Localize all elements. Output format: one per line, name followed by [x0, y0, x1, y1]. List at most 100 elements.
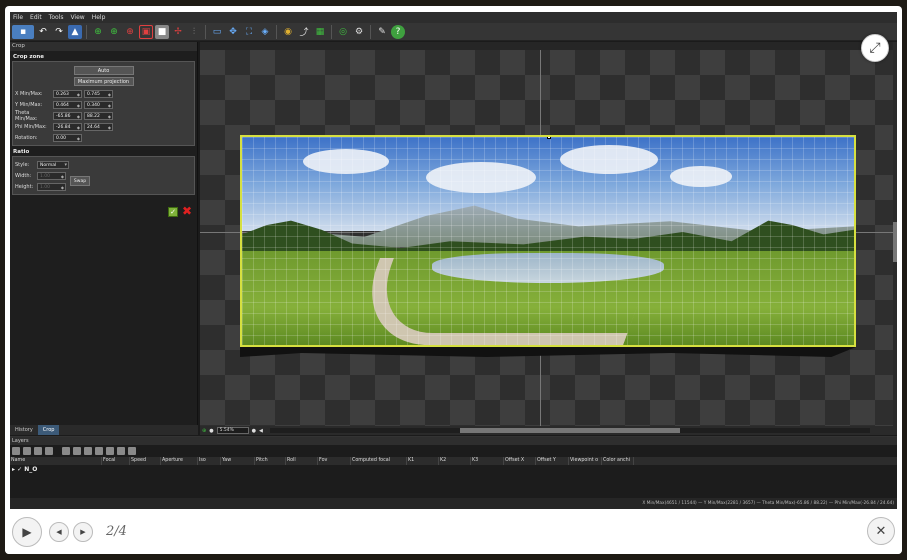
style-label: Style:: [15, 161, 30, 168]
render-icon[interactable]: ◎: [336, 25, 350, 39]
layer-image6-icon[interactable]: [117, 447, 125, 455]
column-header[interactable]: Offset Y: [536, 457, 569, 465]
menu-tools[interactable]: Tools: [49, 14, 64, 21]
column-header[interactable]: K3: [471, 457, 504, 465]
menu-edit[interactable]: Edit: [30, 14, 42, 21]
horizon-icon[interactable]: ✢: [171, 25, 185, 39]
tab-history[interactable]: History: [10, 425, 38, 435]
menu-help[interactable]: Help: [92, 14, 106, 21]
tab-crop[interactable]: Crop: [37, 425, 60, 435]
column-header[interactable]: Color anchi: [602, 457, 634, 465]
zoom-icon[interactable]: ⊕: [202, 428, 206, 434]
checkmark-icon[interactable]: ✓: [168, 207, 178, 217]
style-select[interactable]: Normal: [37, 160, 69, 169]
horizontal-scroll-thumb[interactable]: [460, 428, 680, 433]
wrench-icon[interactable]: ✎: [375, 25, 389, 39]
fullscreen-icon[interactable]: ⤢: [861, 34, 889, 62]
column-header[interactable]: Focal: [102, 457, 130, 465]
column-header[interactable]: Aperture: [161, 457, 198, 465]
crop-tool-icon[interactable]: ▣: [139, 24, 153, 39]
panorama-icon[interactable]: ▲: [68, 24, 82, 39]
phi-max-spinbox[interactable]: 24.64: [84, 122, 113, 131]
column-header[interactable]: Speed: [130, 457, 161, 465]
close-icon[interactable]: ✕: [867, 517, 895, 545]
column-header[interactable]: Pitch: [255, 457, 286, 465]
column-header[interactable]: Yaw: [221, 457, 255, 465]
layer-add-icon[interactable]: [12, 447, 20, 455]
maximum-projection-button[interactable]: Maximum projection: [73, 77, 134, 86]
move-icon[interactable]: ✥: [226, 25, 240, 39]
lightbox-overlay: File Edit Tools View Help ▪ ↶ ↷ ▲ ⊕ ⊕ ⊕ …: [0, 0, 907, 560]
layer-image3-icon[interactable]: [84, 447, 92, 455]
lightbox-frame: File Edit Tools View Help ▪ ↶ ↷ ▲ ⊕ ⊕ ⊕ …: [5, 6, 902, 554]
column-header[interactable]: K2: [439, 457, 471, 465]
menu-file[interactable]: File: [13, 14, 23, 21]
control-point-add-icon[interactable]: ⊕: [107, 25, 121, 39]
center-icon[interactable]: ◈: [258, 25, 272, 39]
layer-image4-icon[interactable]: [95, 447, 103, 455]
column-header[interactable]: Computed focal: [351, 457, 407, 465]
undo-icon[interactable]: ↶: [36, 25, 50, 39]
mask-icon[interactable]: ■: [155, 24, 169, 39]
add-images-icon[interactable]: ▪: [12, 24, 34, 39]
phi-min-spinbox[interactable]: -26.84: [53, 122, 82, 131]
control-point-icon[interactable]: ⊕: [91, 25, 105, 39]
layer-image-icon[interactable]: [62, 447, 70, 455]
help-icon[interactable]: ?: [391, 24, 405, 39]
layer-row[interactable]: ▸ ✓ N_O: [10, 465, 897, 475]
crop-handle[interactable]: [547, 137, 551, 139]
preview-icon[interactable]: ▭: [210, 25, 224, 39]
layer-image7-icon[interactable]: [128, 447, 136, 455]
theta-max-spinbox[interactable]: 88.22: [84, 111, 113, 120]
blend-icon[interactable]: ▦: [313, 25, 327, 39]
cancel-x-icon[interactable]: ✖: [182, 205, 192, 217]
swap-button[interactable]: Swap: [70, 176, 90, 186]
panorama-crop-area[interactable]: [240, 135, 856, 347]
width-spinbox[interactable]: 1.00: [37, 171, 66, 180]
height-spinbox[interactable]: 1.00: [37, 182, 66, 191]
column-header[interactable]: Roll: [286, 457, 318, 465]
y-min-spinbox[interactable]: 0.464: [53, 100, 82, 109]
next-icon[interactable]: ▶: [73, 522, 93, 542]
layer-duplicate-icon[interactable]: [34, 447, 42, 455]
rotation-label: Rotation:: [15, 134, 38, 141]
x-max-spinbox[interactable]: 0.745: [84, 89, 113, 98]
fit-icon[interactable]: ⛶: [242, 25, 256, 39]
layer-group-icon[interactable]: [45, 447, 53, 455]
zoom-field[interactable]: 5.54%: [216, 427, 249, 434]
toolbar: ▪ ↶ ↷ ▲ ⊕ ⊕ ⊕ ▣ ■ ✢ ⫶ ▭ ✥ ⛶ ◈ ◉ ⤴ ▦ ◎ ⚙ …: [10, 23, 897, 41]
vertical-line-icon[interactable]: ⫶: [187, 25, 201, 39]
rotation-spinbox[interactable]: 0.00: [53, 133, 82, 142]
theta-min-spinbox[interactable]: -65.86: [53, 111, 82, 120]
optimize-icon[interactable]: ⤴: [297, 25, 311, 39]
vertical-scrollbar[interactable]: [893, 42, 897, 426]
menu-view[interactable]: View: [70, 14, 84, 21]
prev-icon[interactable]: ◀: [49, 522, 69, 542]
redo-icon[interactable]: ↷: [52, 25, 66, 39]
auto-button[interactable]: Auto: [73, 66, 134, 75]
layer-image5-icon[interactable]: [106, 447, 114, 455]
zoom-out-icon[interactable]: ●: [209, 428, 213, 434]
play-icon[interactable]: ▶: [12, 517, 42, 547]
column-header[interactable]: Iso: [198, 457, 221, 465]
layer-image2-icon[interactable]: [73, 447, 81, 455]
style-row: Style: Normal: [15, 159, 192, 170]
panorama-canvas[interactable]: [200, 50, 893, 426]
scroll-left-icon[interactable]: ◀: [259, 428, 263, 434]
horizontal-scrollbar[interactable]: [270, 428, 870, 433]
control-point-remove-icon[interactable]: ⊕: [123, 25, 137, 39]
x-min-spinbox[interactable]: 0.263: [53, 89, 82, 98]
vertical-scroll-thumb[interactable]: [893, 222, 897, 262]
column-header[interactable]: Name: [10, 457, 102, 465]
auto-icon[interactable]: ◉: [281, 25, 295, 39]
column-header[interactable]: K1: [407, 457, 439, 465]
zoom-in-icon[interactable]: ●: [252, 428, 256, 434]
gear-icon[interactable]: ⚙: [352, 25, 366, 39]
visible-check-icon[interactable]: ✓: [17, 466, 22, 473]
y-max-spinbox[interactable]: 0.340: [84, 100, 113, 109]
column-header[interactable]: Offset X: [504, 457, 536, 465]
expand-arrow-icon[interactable]: ▸: [12, 466, 15, 473]
column-header[interactable]: Fov: [318, 457, 351, 465]
column-header[interactable]: Viewpoint o: [569, 457, 602, 465]
layer-remove-icon[interactable]: [23, 447, 31, 455]
